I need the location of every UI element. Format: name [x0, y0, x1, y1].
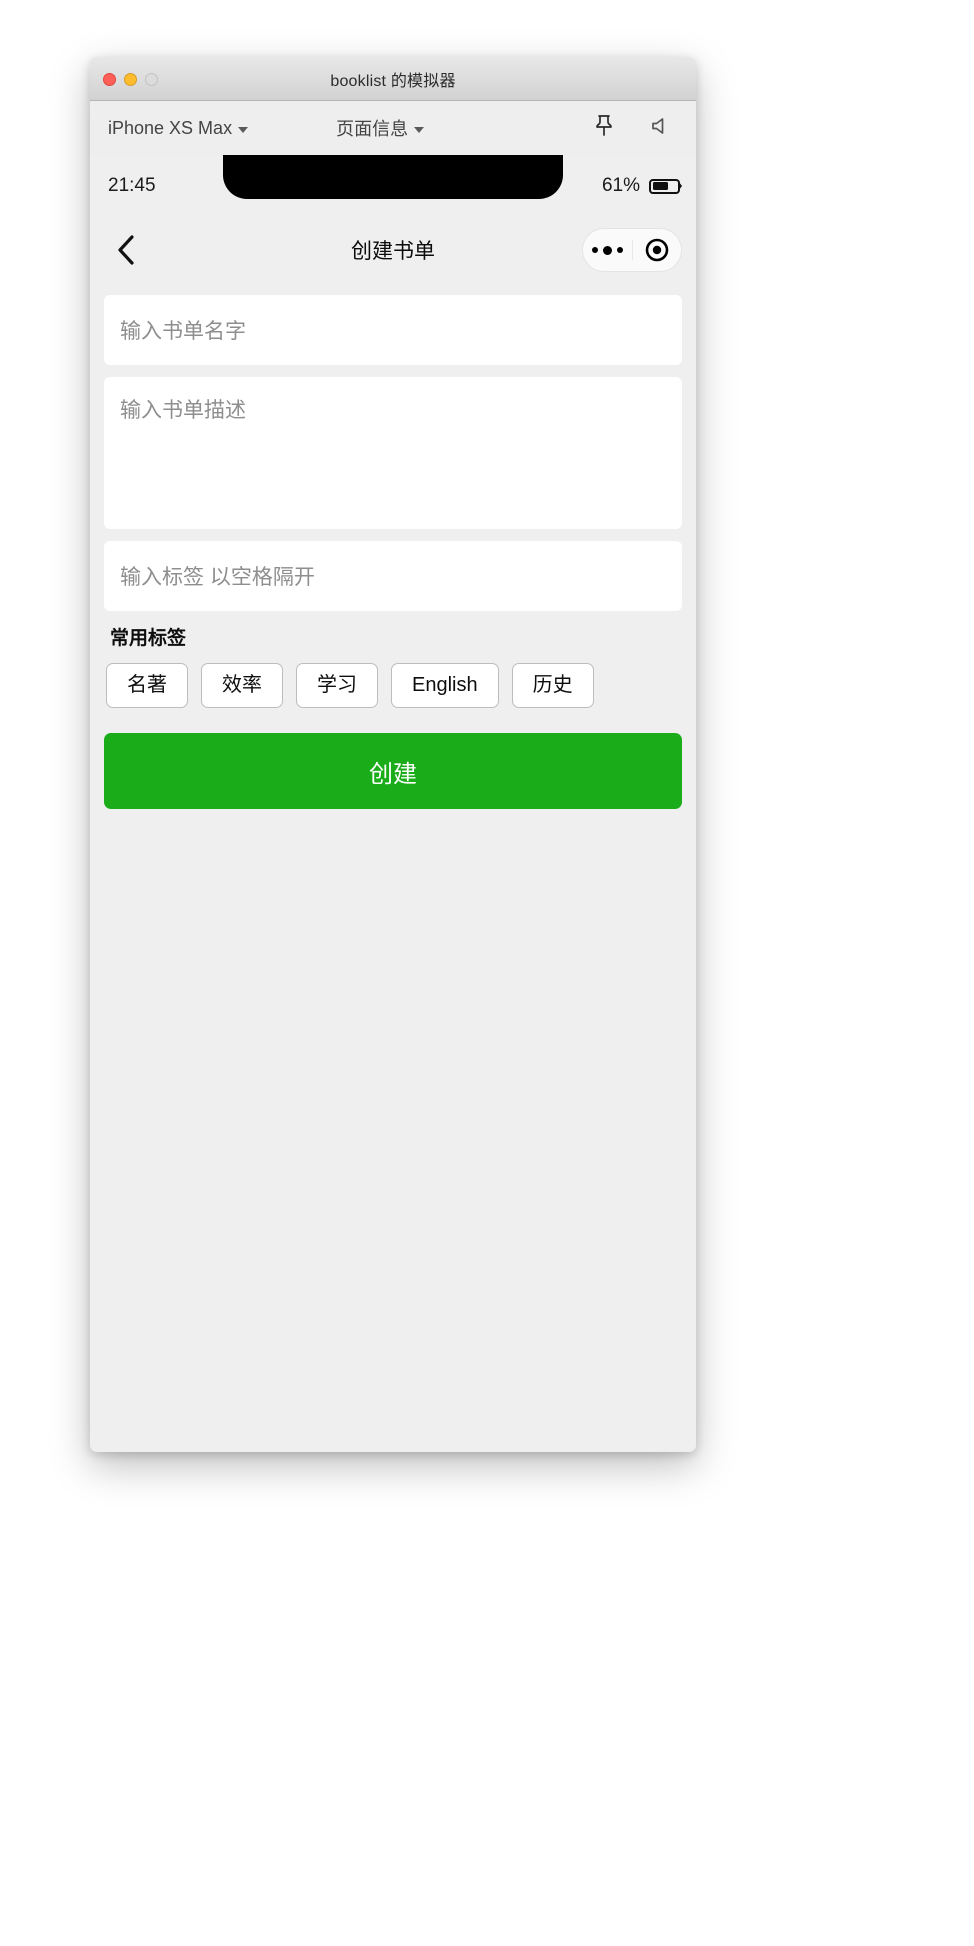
pin-icon[interactable] [594, 114, 614, 143]
common-tags-title: 常用标签 [110, 628, 187, 649]
status-time: 21:45 [108, 175, 156, 196]
back-button[interactable] [104, 228, 148, 272]
dot [591, 247, 598, 253]
tag-chip[interactable]: English [391, 663, 499, 708]
booklist-name-placeholder: 输入书单名字 [120, 320, 246, 343]
create-booklist-form: 输入书单名字 输入书单描述 输入标签 以空格隔开 常用标签 名著 效率 学习 E… [90, 283, 696, 809]
battery-cap [679, 182, 682, 190]
booklist-description-placeholder: 输入书单描述 [120, 399, 246, 422]
simulator-toolbar: iPhone XS Max 页面信息 [90, 101, 696, 155]
status-bar: 21:45 61% [90, 155, 696, 217]
tag-chip[interactable]: 历史 [511, 663, 594, 708]
navigation-bar: 创建书单 [90, 217, 696, 283]
simulator-window: booklist 的模拟器 iPhone XS Max 页面信息 21:45 6… [90, 57, 696, 1452]
toolbar-actions [594, 114, 680, 143]
target-icon[interactable] [633, 229, 682, 271]
minimize-button[interactable] [124, 72, 137, 86]
chevron-down-icon [238, 127, 249, 133]
wechat-capsule [582, 228, 682, 272]
chevron-down-icon [414, 127, 425, 133]
notch [223, 155, 563, 199]
desktop-background: booklist 的模拟器 iPhone XS Max 页面信息 21:45 6… [0, 0, 974, 1946]
dot [616, 247, 623, 253]
page-info-selector[interactable]: 页面信息 [336, 115, 425, 141]
create-button[interactable]: 创建 [104, 733, 682, 809]
device-selector-label: iPhone XS Max [108, 117, 233, 138]
speaker-icon[interactable] [650, 116, 672, 141]
common-tags-list: 名著 效率 学习 English 历史 [106, 663, 682, 708]
page-info-label: 页面信息 [336, 119, 409, 139]
window-titlebar: booklist 的模拟器 [90, 57, 696, 101]
tag-chip[interactable]: 名著 [106, 663, 188, 708]
tag-chip[interactable]: 效率 [201, 663, 283, 708]
phone-screen: 21:45 61% 创建书单 输入书单名字 输入书单描述 输入标签 以空格隔开 … [90, 155, 696, 1452]
battery-percent: 61% [601, 175, 640, 196]
more-dots-icon[interactable] [583, 229, 632, 271]
booklist-tag-placeholder: 输入标签 以空格隔开 [120, 566, 315, 589]
status-indicators: 61% [601, 175, 682, 197]
chevron-left-icon [118, 235, 134, 265]
dot [602, 245, 612, 255]
close-button[interactable] [103, 72, 116, 86]
window-title: booklist 的模拟器 [330, 72, 456, 90]
booklist-name-input[interactable]: 输入书单名字 [104, 295, 682, 365]
traffic-lights [103, 57, 158, 101]
booklist-description-input[interactable]: 输入书单描述 [104, 377, 682, 529]
booklist-tag-input[interactable]: 输入标签 以空格隔开 [104, 541, 682, 611]
device-selector[interactable]: iPhone XS Max [108, 117, 249, 139]
battery-fill [652, 182, 669, 190]
zoom-button[interactable] [145, 72, 158, 86]
tag-chip[interactable]: 学习 [296, 663, 378, 708]
battery-icon [649, 178, 682, 194]
